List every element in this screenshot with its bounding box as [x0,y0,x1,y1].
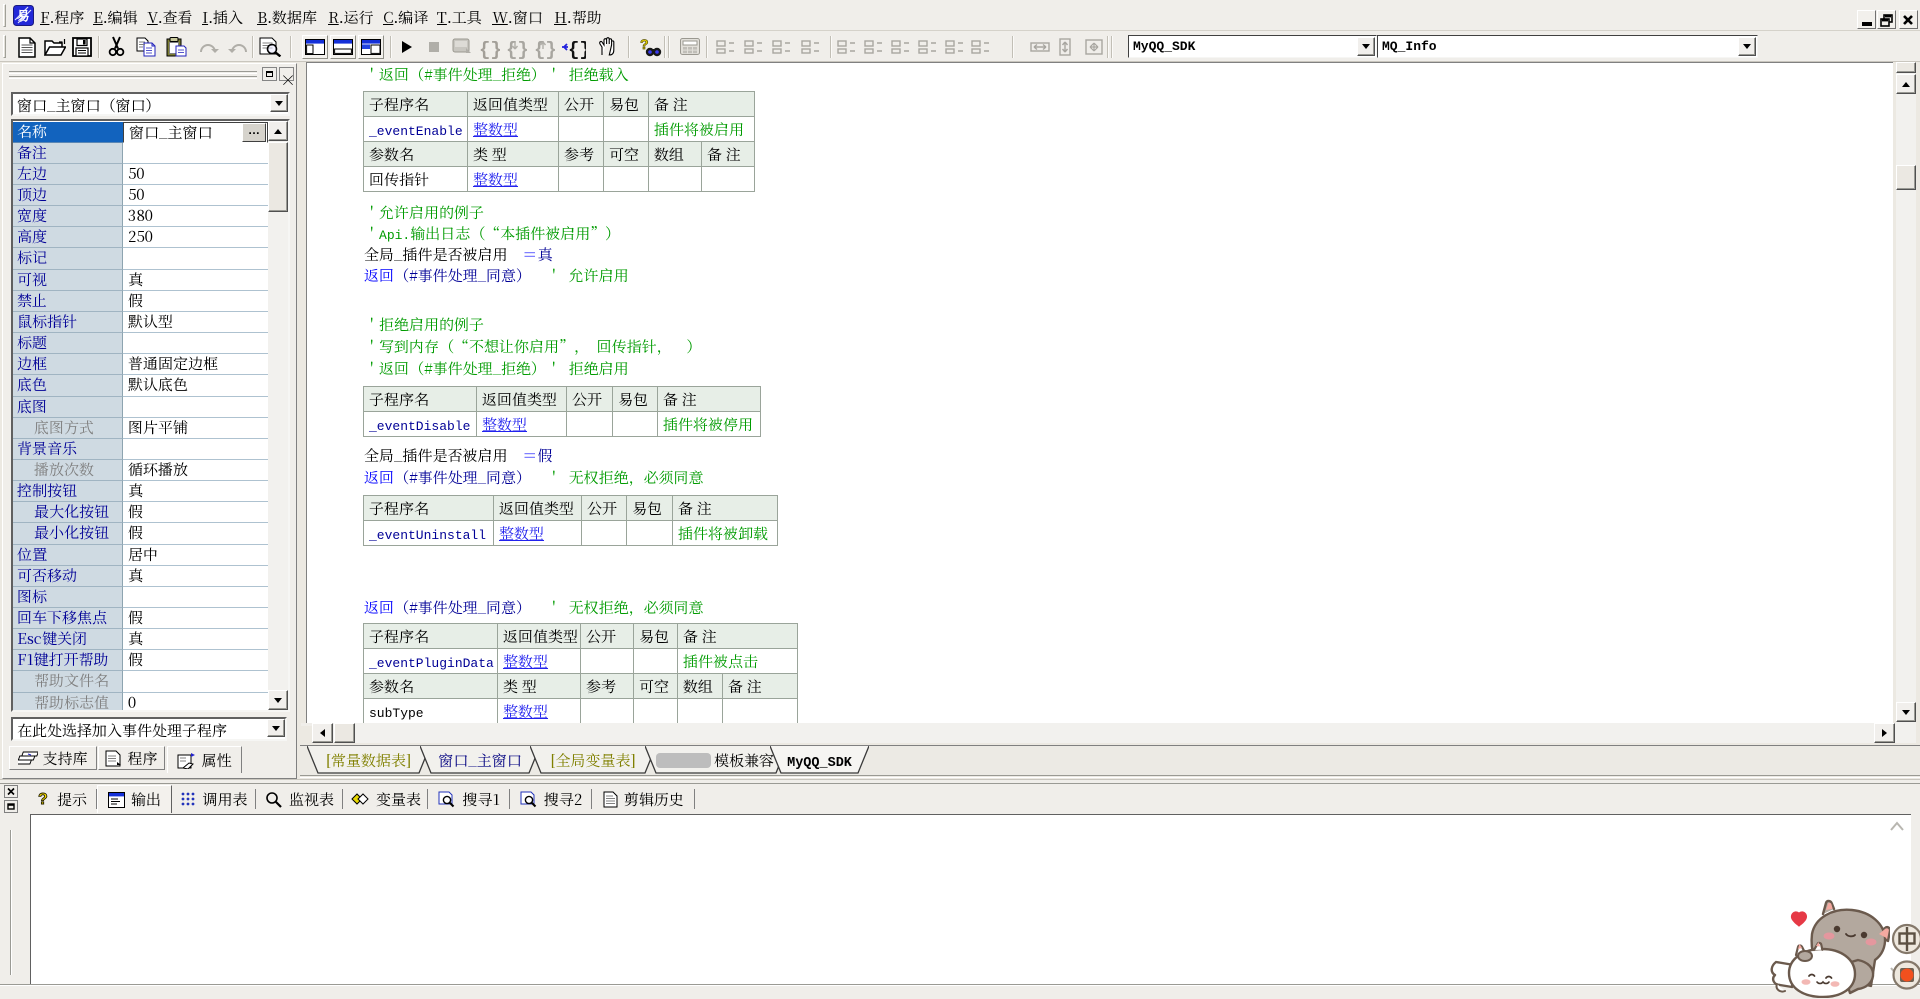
svg-text:{}: {} [534,39,555,59]
svg-text:模板兼容: 模板兼容 [714,750,774,771]
svg-text:MyQQ_SDK: MyQQ_SDK [787,756,853,771]
svg-text:{}: {} [506,39,527,59]
svg-text:窗口_主窗口: 窗口_主窗口 [438,750,521,771]
svg-text:[全局变量表]: [全局变量表] [550,750,635,771]
svg-text:{}: {} [479,39,500,59]
svg-text:[常量数据表]: [常量数据表] [326,750,411,771]
svg-text:?: ? [38,791,48,808]
svg-text:{}: {} [568,39,586,59]
svg-text:易: 易 [17,6,30,25]
